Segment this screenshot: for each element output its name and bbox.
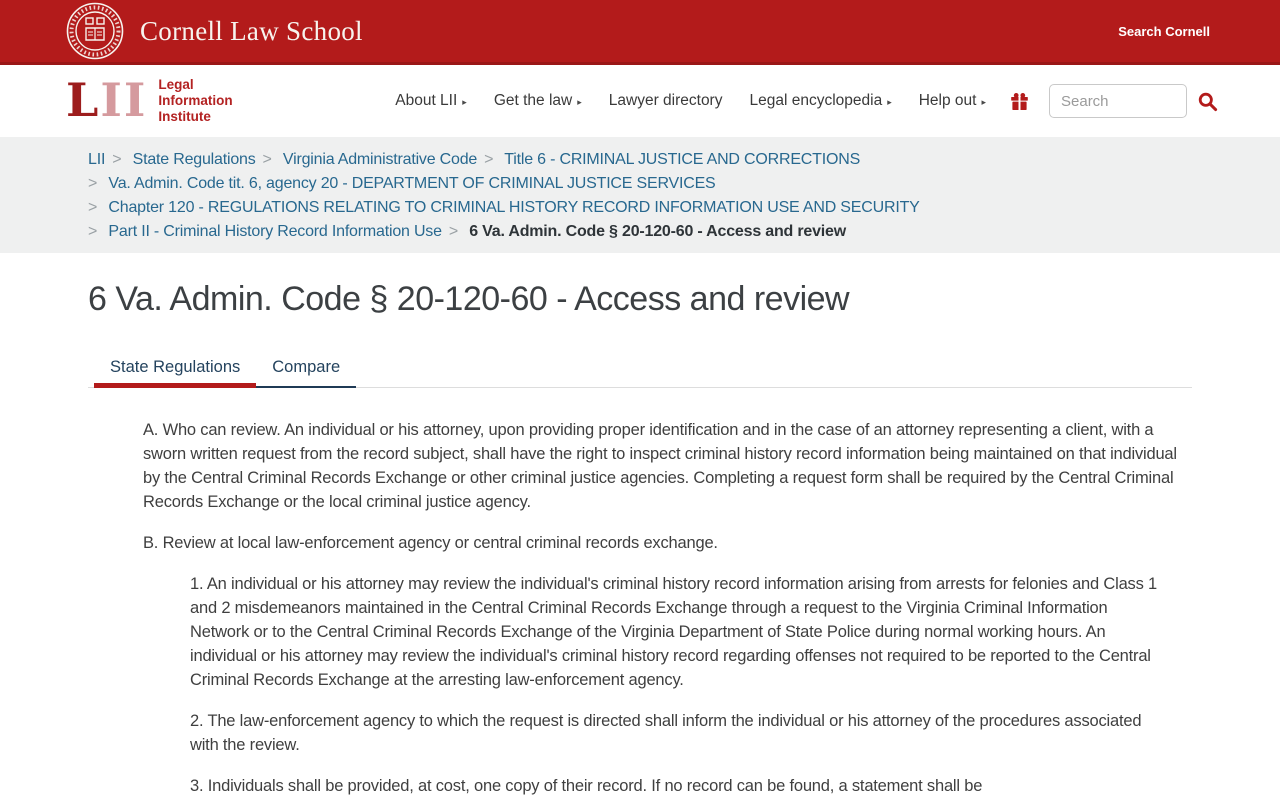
cornell-law-school-logo-link[interactable]: Cornell Law School [66, 2, 363, 60]
breadcrumb-link-state-regulations[interactable]: State Regulations [133, 151, 256, 168]
tab-bar: State Regulations Compare [88, 350, 1192, 388]
lii-logo-link[interactable]: LII Legal Information Institute [66, 77, 233, 125]
search-submit-button[interactable] [1197, 91, 1218, 112]
regulation-text: A. Who can review. An individual or his … [143, 418, 1185, 798]
paragraph-b: B. Review at local law-enforcement agenc… [143, 534, 718, 552]
chevron-right-icon: ▸ [981, 96, 986, 107]
breadcrumb-separator: > [262, 151, 272, 168]
cornell-banner: Cornell Law School Search Cornell [0, 0, 1280, 65]
breadcrumb-link-virginia-admin-code[interactable]: Virginia Administrative Code [283, 151, 477, 168]
nav-item-help-out[interactable]: Help out ▸ [919, 92, 986, 110]
nav-item-legal-encyclopedia[interactable]: Legal encyclopedia ▸ [749, 92, 891, 110]
main-nav-menu: About LII ▸ Get the law ▸ Lawyer directo… [395, 92, 986, 110]
main-content: 6 Va. Admin. Code § 20-120-60 - Access a… [88, 280, 1192, 798]
breadcrumb: LII > State Regulations > Virginia Admin… [88, 148, 1192, 244]
nav-item-lawyer-directory[interactable]: Lawyer directory [609, 92, 723, 110]
breadcrumb-link-title-6[interactable]: Title 6 - CRIMINAL JUSTICE AND CORRECTIO… [504, 151, 860, 168]
breadcrumb-separator: > [88, 175, 98, 192]
gift-icon [1010, 92, 1029, 111]
lii-logo-text: Legal Information Institute [158, 77, 233, 124]
cornell-wordmark: Cornell Law School [140, 15, 363, 46]
page-title: 6 Va. Admin. Code § 20-120-60 - Access a… [88, 280, 850, 318]
breadcrumb-current-page: 6 Va. Admin. Code § 20-120-60 - Access a… [469, 223, 846, 240]
paragraph-b3: 3. Individuals shall be provided, at cos… [190, 777, 983, 795]
breadcrumb-separator: > [112, 151, 122, 168]
lii-letters: LII [66, 73, 148, 128]
tab-state-regulations[interactable]: State Regulations [94, 350, 257, 388]
paragraph-b2: 2. The law-enforcement agency to which t… [190, 712, 1142, 754]
cornell-seal-icon [66, 2, 124, 60]
tab-compare[interactable]: Compare [256, 350, 357, 388]
paragraph-b1: 1. An individual or his attorney may rev… [190, 575, 1158, 689]
breadcrumb-link-lii[interactable]: LII [88, 151, 105, 168]
chevron-right-icon: ▸ [462, 96, 467, 107]
chevron-right-icon: ▸ [887, 96, 892, 107]
breadcrumb-link-agency-20[interactable]: Va. Admin. Code tit. 6, agency 20 - DEPA… [108, 175, 715, 192]
paragraph-a: A. Who can review. An individual or his … [143, 421, 1177, 511]
lii-navbar: LII Legal Information Institute About LI… [0, 65, 1280, 137]
donate-gift-button[interactable] [1010, 92, 1029, 111]
search-icon [1197, 91, 1218, 112]
breadcrumb-separator: > [484, 151, 494, 168]
breadcrumb-separator: > [88, 223, 98, 240]
breadcrumb-separator: > [448, 223, 458, 240]
breadcrumb-bar: LII > State Regulations > Virginia Admin… [0, 137, 1280, 253]
chevron-right-icon: ▸ [577, 96, 582, 107]
breadcrumb-link-part-ii[interactable]: Part II - Criminal History Record Inform… [108, 223, 442, 240]
nav-item-get-the-law[interactable]: Get the law ▸ [494, 92, 582, 110]
breadcrumb-separator: > [88, 199, 98, 216]
nav-item-about-lii[interactable]: About LII ▸ [395, 92, 467, 110]
search-input[interactable] [1049, 84, 1187, 118]
breadcrumb-link-chapter-120[interactable]: Chapter 120 - REGULATIONS RELATING TO CR… [108, 199, 919, 216]
search-cornell-link[interactable]: Search Cornell [1118, 24, 1210, 39]
